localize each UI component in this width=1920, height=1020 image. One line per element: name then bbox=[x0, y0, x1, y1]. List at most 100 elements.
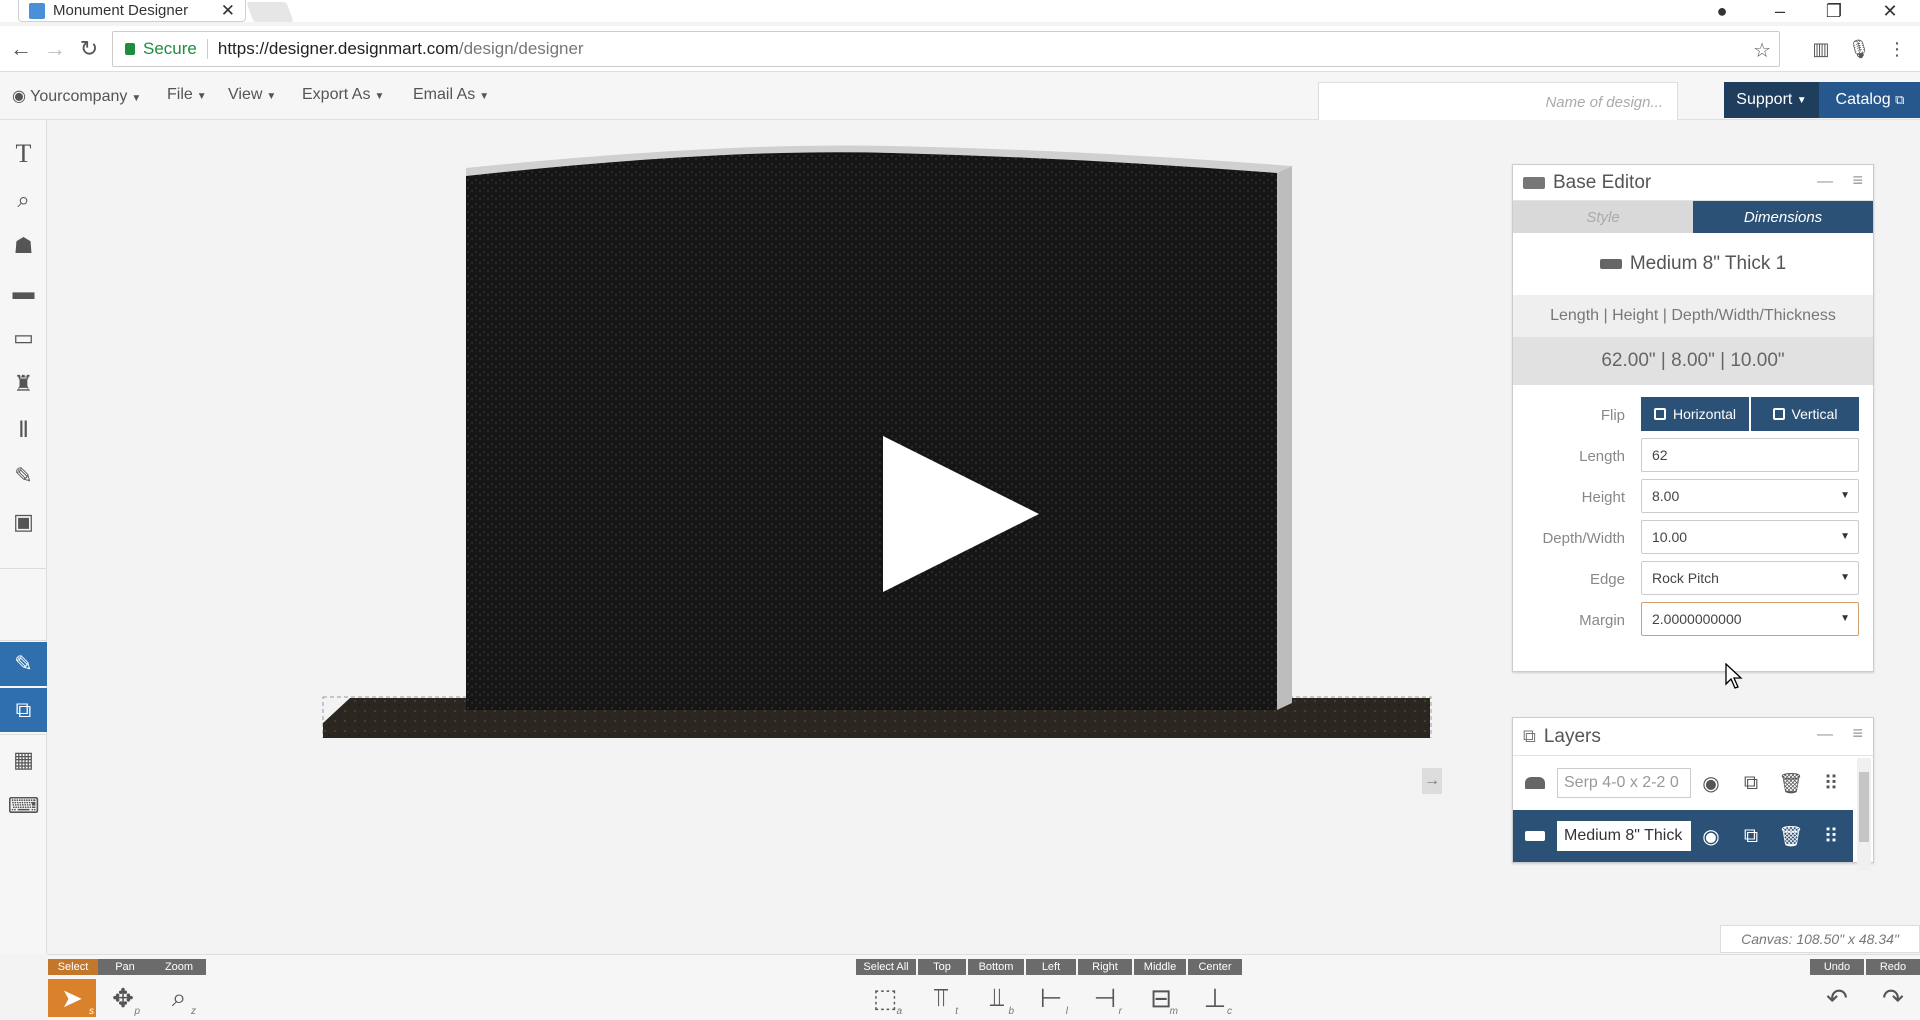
restore-icon[interactable]: ❐ bbox=[1814, 0, 1854, 22]
window-close-icon[interactable]: ✕ bbox=[1870, 0, 1910, 22]
url-input[interactable]: Secure https://designer.designmart.com/d… bbox=[112, 31, 1780, 67]
edge-label: Edge bbox=[1589, 571, 1625, 588]
length-input[interactable]: 62 bbox=[1641, 438, 1859, 472]
more-menu-icon[interactable]: ⋮ bbox=[1886, 38, 1908, 60]
length-row: Length 62 bbox=[1513, 438, 1873, 472]
design-name-input[interactable]: Name of design... bbox=[1318, 82, 1678, 122]
height-label: Height bbox=[1581, 489, 1625, 506]
height-select[interactable]: 8.00 ▼ bbox=[1641, 479, 1859, 513]
layer-name-input[interactable]: Serp 4-0 x 2-2 0 bbox=[1557, 768, 1691, 798]
headstone-icon[interactable]: ☗ bbox=[0, 224, 47, 268]
reload-icon[interactable]: ↻ bbox=[76, 36, 102, 62]
edge-row: Edge Rock Pitch ▼ bbox=[1513, 561, 1873, 595]
tab-dimensions[interactable]: Dimensions bbox=[1693, 201, 1873, 233]
align-right-label: Right bbox=[1078, 959, 1132, 975]
align-center-icon[interactable]: ⊥ c bbox=[1196, 979, 1234, 1018]
margin-select[interactable]: 2.0000000000 ▼ bbox=[1641, 602, 1859, 636]
close-tab-icon[interactable]: ✕ bbox=[221, 1, 235, 21]
layers-icon: ⧉ bbox=[1523, 726, 1536, 746]
tablet-icon[interactable]: ▬ bbox=[0, 270, 47, 314]
base-icon[interactable]: ▭ bbox=[0, 316, 47, 360]
checkbox-icon bbox=[1772, 408, 1785, 420]
flip-row: Flip Horizontal Vertical bbox=[1513, 397, 1873, 431]
tools-icon[interactable]: Ⅱ bbox=[0, 408, 47, 452]
flip-horizontal-label: Horizontal bbox=[1672, 406, 1737, 422]
edit-tool-icon[interactable]: ✎ bbox=[0, 642, 47, 686]
text-tool-icon[interactable]: T bbox=[0, 132, 47, 176]
align-top-icon[interactable]: ⫪ t bbox=[922, 979, 960, 1017]
file-menu[interactable]: File ▼ bbox=[167, 86, 207, 104]
new-tab-button[interactable] bbox=[246, 2, 294, 22]
bookmark-star-icon[interactable]: ☆ bbox=[1753, 38, 1771, 63]
zoom-label: Zoom bbox=[152, 959, 206, 975]
drag-handle-icon[interactable]: ⠿ bbox=[1811, 771, 1851, 796]
catalog-label: Catalog bbox=[1835, 91, 1891, 108]
zoom-tool-icon[interactable]: ⌕ z bbox=[160, 979, 198, 1017]
search-icon[interactable]: ⌕ bbox=[0, 178, 47, 222]
panel-menu-icon[interactable]: ≡ bbox=[1852, 723, 1863, 744]
panel-menu-icon[interactable]: ≡ bbox=[1852, 170, 1863, 191]
catalog-button[interactable]: Catalog ⧉ bbox=[1820, 82, 1920, 118]
align-left-label: Left bbox=[1026, 959, 1076, 975]
play-video-icon[interactable] bbox=[883, 436, 1039, 592]
redo-icon[interactable]: ↷ bbox=[1874, 979, 1912, 1017]
duplicate-icon[interactable]: ⧉ bbox=[1731, 825, 1771, 848]
edge-select[interactable]: Rock Pitch ▼ bbox=[1641, 561, 1859, 595]
back-icon[interactable]: ← bbox=[8, 36, 34, 62]
depth-select[interactable]: 10.00 ▼ bbox=[1641, 520, 1859, 554]
flip-horizontal-button[interactable]: Horizontal bbox=[1641, 397, 1749, 431]
margin-label: Margin bbox=[1579, 612, 1625, 629]
minimize-panel-icon[interactable]: — bbox=[1817, 173, 1833, 191]
keyboard-icon[interactable]: ⌨ bbox=[0, 784, 47, 828]
layer-name-input[interactable]: Medium 8" Thick bbox=[1557, 821, 1691, 851]
select-all-label: Select All bbox=[856, 959, 916, 975]
select-tool-icon[interactable]: ➤ s bbox=[48, 979, 96, 1017]
align-middle-icon[interactable]: ⊟ m bbox=[1142, 979, 1180, 1018]
layers-scrollbar[interactable] bbox=[1857, 758, 1871, 870]
base-icon bbox=[1525, 831, 1545, 841]
view-menu[interactable]: View ▼ bbox=[228, 86, 276, 104]
redo-label: Redo bbox=[1866, 959, 1920, 975]
browser-tab[interactable]: Monument Designer ✕ bbox=[18, 0, 246, 22]
minimize-panel-icon[interactable]: — bbox=[1817, 726, 1833, 744]
vase-icon[interactable]: ♜ bbox=[0, 362, 47, 406]
address-bar: ← → ↻ Secure https://designer.designmart… bbox=[0, 26, 1920, 72]
support-button[interactable]: Support ▼ bbox=[1724, 82, 1820, 118]
layer-row[interactable]: Serp 4-0 x 2-2 0 ◉ ⧉ 🗑 ⠿ bbox=[1513, 757, 1853, 809]
duplicate-icon[interactable]: ⧉ bbox=[1731, 772, 1771, 795]
select-all-icon[interactable]: ⬚ a bbox=[866, 979, 904, 1018]
align-left-icon[interactable]: ⊢ l bbox=[1032, 979, 1070, 1018]
delete-icon[interactable]: 🗑 bbox=[1771, 771, 1811, 796]
height-row: Height 8.00 ▼ bbox=[1513, 479, 1873, 513]
reader-icon[interactable]: ▥ bbox=[1810, 38, 1832, 60]
calculator-icon[interactable]: ▦ bbox=[0, 738, 47, 782]
dropdown-arrow-icon: ▼ bbox=[1840, 531, 1850, 542]
export-menu[interactable]: Export As ▼ bbox=[302, 86, 384, 104]
microphone-icon[interactable]: 🎙 bbox=[1848, 38, 1871, 60]
layer-row-selected[interactable]: Medium 8" Thick ◉ ⧉ 🗑 ⠿ bbox=[1513, 810, 1853, 862]
pencil-icon[interactable]: ✎ bbox=[0, 454, 47, 498]
align-bottom-icon[interactable]: ⫫ b bbox=[978, 979, 1016, 1017]
align-right-icon[interactable]: ⊣ r bbox=[1086, 979, 1124, 1018]
visibility-eye-icon[interactable]: ◉ bbox=[1691, 771, 1731, 796]
image-icon[interactable]: ▣ bbox=[0, 500, 47, 544]
delete-icon[interactable]: 🗑 bbox=[1771, 824, 1811, 849]
mouse-cursor-icon bbox=[1725, 663, 1743, 689]
flip-vertical-button[interactable]: Vertical bbox=[1751, 397, 1859, 431]
monument-preview[interactable] bbox=[322, 138, 1432, 738]
depth-value: 10.00 bbox=[1652, 529, 1688, 545]
company-menu[interactable]: ◉ Yourcompany ▼ bbox=[12, 86, 141, 106]
pan-tool-icon[interactable]: ✥ p bbox=[104, 979, 142, 1018]
layers-tool-icon[interactable]: ⧉ bbox=[0, 688, 47, 732]
checkbox-icon bbox=[1653, 408, 1666, 420]
drag-handle-icon[interactable]: ⠿ bbox=[1811, 824, 1851, 849]
email-menu[interactable]: Email As ▼ bbox=[413, 86, 489, 104]
minimize-icon[interactable]: – bbox=[1760, 0, 1800, 22]
dimensions-values: 62.00" | 8.00" | 10.00" bbox=[1513, 337, 1873, 385]
tab-style[interactable]: Style bbox=[1513, 201, 1693, 233]
account-icon[interactable]: ● bbox=[1702, 0, 1742, 22]
visibility-eye-icon[interactable]: ◉ bbox=[1691, 824, 1731, 849]
expand-arrow-icon[interactable]: → bbox=[1422, 768, 1442, 794]
forward-icon[interactable]: → bbox=[42, 36, 68, 62]
undo-icon[interactable]: ↶ bbox=[1818, 979, 1856, 1017]
